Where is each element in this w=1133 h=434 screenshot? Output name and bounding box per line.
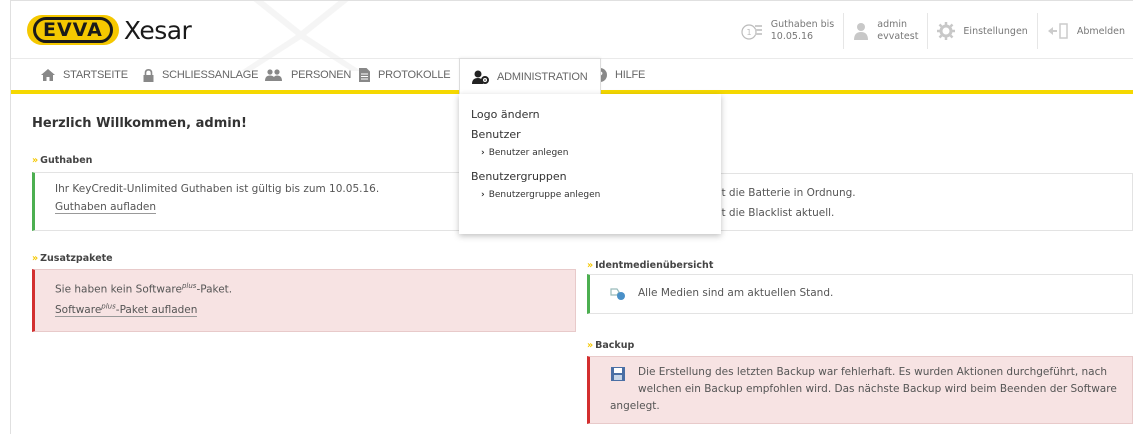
menu-item-benutzer-anlegen-label: Benutzer anlegen [488, 148, 569, 158]
zusatz-text-post: -Paket. [196, 283, 233, 296]
zusatz-link-pre: Software [55, 303, 102, 316]
menu-item-benutzergruppe-anlegen-label: Benutzergruppe anlegen [488, 190, 601, 200]
key-tag-icon [610, 288, 625, 300]
tab-administration[interactable]: ADMINISTRATION [459, 58, 601, 94]
product-name: Xesar [123, 15, 192, 45]
tab-personen[interactable]: PERSONEN [265, 59, 351, 91]
double-chevron-icon: » [587, 340, 593, 351]
chevron-right-icon: › [481, 148, 485, 158]
zusatz-text-pre: Sie haben kein Software [55, 283, 182, 296]
admin-icon [472, 70, 489, 84]
tab-protokolle-label: PROTOKOLLE [378, 69, 451, 81]
page-title: Herzlich Willkommen, admin! [32, 116, 247, 131]
double-chevron-icon: » [32, 155, 38, 166]
logout-label: Abmelden [1076, 25, 1125, 37]
main-nav: STARTSEITE SCHLIESSANLAGE PERSONEN PROTO… [11, 58, 1133, 94]
section-title-identmedien-text: Identmedienübersicht [595, 260, 714, 271]
tab-schliessanlage-label: SCHLIESSANLAGE [162, 69, 259, 81]
backup-disk-icon [611, 367, 625, 381]
credit-info[interactable]: 1 Guthaben bis 10.05.16 [732, 13, 844, 49]
settings-label: Einstellungen [963, 25, 1028, 37]
tab-schliessanlage[interactable]: SCHLIESSANLAGE [143, 59, 258, 91]
double-chevron-icon: » [32, 253, 38, 264]
section-title-guthaben-text: Guthaben [40, 155, 93, 166]
backup-text-line2: welchen ein Backup empfohlen wird. Das n… [638, 383, 1117, 395]
zusatzpakete-text: Sie haben kein Softwareplus-Paket. [55, 282, 232, 296]
zusatz-text-sup: plus [181, 282, 197, 290]
document-icon [359, 68, 370, 82]
section-title-zusatzpakete-text: Zusatzpakete [40, 253, 113, 264]
logout-button[interactable]: Abmelden [1036, 13, 1133, 49]
user-name: admin [877, 19, 908, 30]
section-title-guthaben: » Guthaben [32, 155, 92, 166]
evva-logo: EVVA [27, 15, 119, 45]
backup-text-line3: angelegt. [610, 400, 660, 412]
tab-startseite-label: STARTSEITE [63, 69, 128, 81]
tab-hilfe[interactable]: ? HILFE [593, 59, 645, 91]
header-toolbar: 1 Guthaben bis 10.05.16 admin evvatest Ein… [732, 11, 1133, 51]
guthaben-text: Ihr KeyCredit-Unlimited Guthaben ist gül… [55, 183, 380, 195]
menu-item-benutzer[interactable]: Benutzer [471, 128, 709, 141]
identmedien-text: Alle Medien sind am aktuellen Stand. [638, 287, 834, 299]
section-title-zusatzpakete: » Zusatzpakete [32, 253, 113, 264]
logout-icon [1047, 23, 1068, 39]
home-icon [41, 69, 55, 81]
identmedien-panel: Alle Medien sind am aktuellen Stand. [587, 274, 1133, 314]
backup-text-line1: Die Erstellung des letzten Backup war fe… [638, 366, 1108, 378]
credit-date: 10.05.16 [770, 31, 814, 42]
lock-icon [143, 68, 154, 82]
menu-item-logo-aendern[interactable]: Logo ändern [471, 108, 709, 121]
people-icon [265, 69, 282, 81]
user-info[interactable]: admin evvatest [843, 13, 927, 49]
tab-protokolle[interactable]: PROTOKOLLE [359, 59, 451, 91]
credit-coin-icon: 1 [741, 24, 762, 40]
guthaben-aufladen-link[interactable]: Guthaben aufladen [55, 201, 157, 214]
user-site: evvatest [877, 31, 919, 42]
menu-item-benutzer-anlegen[interactable]: › Benutzer anlegen [481, 148, 709, 158]
double-chevron-icon: » [587, 260, 593, 271]
gear-icon [937, 22, 956, 40]
tab-personen-label: PERSONEN [291, 69, 352, 81]
evva-logo-text: EVVA [33, 17, 113, 43]
tab-administration-label: ADMINISTRATION [497, 70, 588, 83]
credit-label: Guthaben bis [770, 19, 835, 30]
section-title-backup-text: Backup [595, 340, 635, 351]
software-plus-aufladen-link[interactable]: Softwareplus-Paket aufladen [55, 302, 198, 317]
zusatz-link-sup: plus [101, 302, 116, 310]
settings-button[interactable]: Einstellungen [927, 13, 1036, 49]
app-window: EVVA Xesar 1 Guthaben bis 10.05.16 admin e… [10, 0, 1133, 434]
battery-status-text: st die Batterie in Ordnung. [716, 187, 856, 199]
chevron-right-icon: › [481, 190, 485, 200]
administration-dropdown: Logo ändern Benutzer › Benutzer anlegen B… [459, 94, 721, 234]
menu-item-benutzergruppen[interactable]: Benutzergruppen [471, 170, 709, 183]
section-title-identmedien: » Identmedienübersicht [587, 260, 713, 271]
header: EVVA Xesar 1 Guthaben bis 10.05.16 admin e… [11, 1, 1133, 71]
backup-panel: Die Erstellung des letzten Backup war fe… [587, 356, 1133, 424]
section-title-backup: » Backup [587, 340, 634, 351]
user-icon [854, 23, 869, 40]
blacklist-status-text: st die Blacklist aktuell. [716, 207, 835, 219]
tab-hilfe-label: HILFE [615, 69, 646, 81]
zusatzpakete-panel: Sie haben kein Softwareplus-Paket. Softw… [32, 269, 576, 332]
svg-text:1: 1 [746, 28, 751, 37]
menu-item-benutzergruppe-anlegen[interactable]: › Benutzergruppe anlegen [481, 190, 709, 200]
zusatz-link-post: -Paket aufladen [115, 303, 198, 316]
tab-startseite[interactable]: STARTSEITE [41, 59, 128, 91]
brand-logo[interactable]: EVVA Xesar [27, 15, 192, 45]
